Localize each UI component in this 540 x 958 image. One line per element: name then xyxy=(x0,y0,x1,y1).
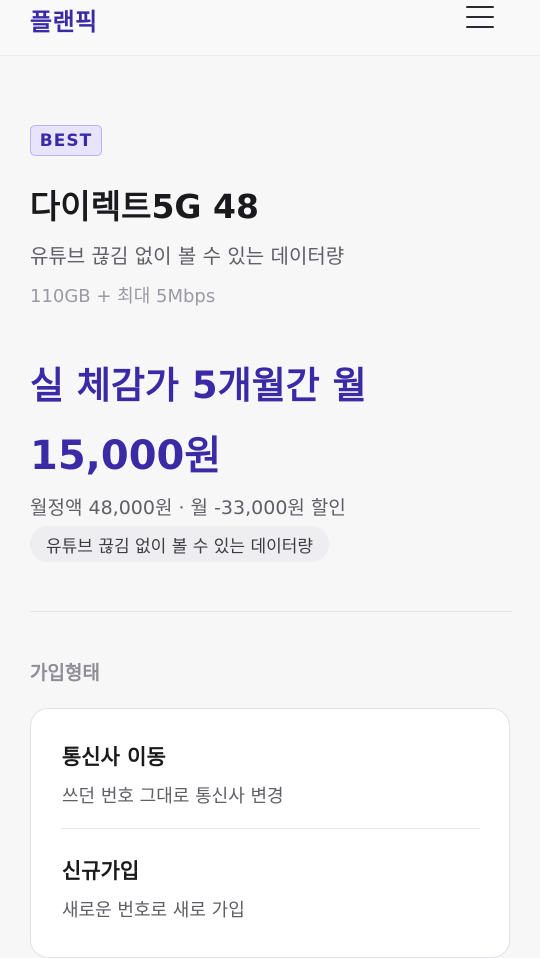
plan-data-spec: 110GB + 최대 5Mbps xyxy=(30,286,216,307)
join-type-card: 통신사 이동 쓰던 번호 그대로 통신사 변경 신규가입 새로운 번호로 새로 … xyxy=(30,708,510,958)
hamburger-menu-icon[interactable] xyxy=(462,0,498,34)
section-divider xyxy=(30,611,512,612)
promo-price-value: 15,000원 xyxy=(30,433,222,479)
promo-price-label: 실 체감가 5개월간 월 xyxy=(30,364,367,407)
option-subtitle: 새로운 번호로 새로 가입 xyxy=(62,900,245,921)
option-subtitle: 쓰던 번호 그대로 통신사 변경 xyxy=(62,786,284,807)
menu-line xyxy=(466,6,494,8)
option-title: 통신사 이동 xyxy=(62,745,166,769)
brand-logo[interactable]: 플랜픽 xyxy=(30,2,98,37)
app-header: 플랜픽 xyxy=(0,0,540,56)
plan-description: 유튜브 끊김 없이 볼 수 있는 데이터량 xyxy=(30,244,345,268)
menu-line xyxy=(466,26,494,28)
option-title: 신규가입 xyxy=(62,859,140,883)
price-breakdown: 월정액 48,000원 · 월 -33,000원 할인 xyxy=(30,497,346,519)
plan-title: 다이렉트5G 48 xyxy=(30,187,259,226)
join-type-label: 가입형태 xyxy=(30,662,100,684)
best-badge: BEST xyxy=(30,125,102,156)
menu-line xyxy=(466,16,494,18)
join-option-port-in[interactable]: 통신사 이동 쓰던 번호 그대로 통신사 변경 xyxy=(31,709,511,827)
feature-chip: 유튜브 끊김 없이 볼 수 있는 데이터량 xyxy=(30,526,330,562)
join-option-new[interactable]: 신규가입 새로운 번호로 새로 가입 xyxy=(31,829,511,947)
